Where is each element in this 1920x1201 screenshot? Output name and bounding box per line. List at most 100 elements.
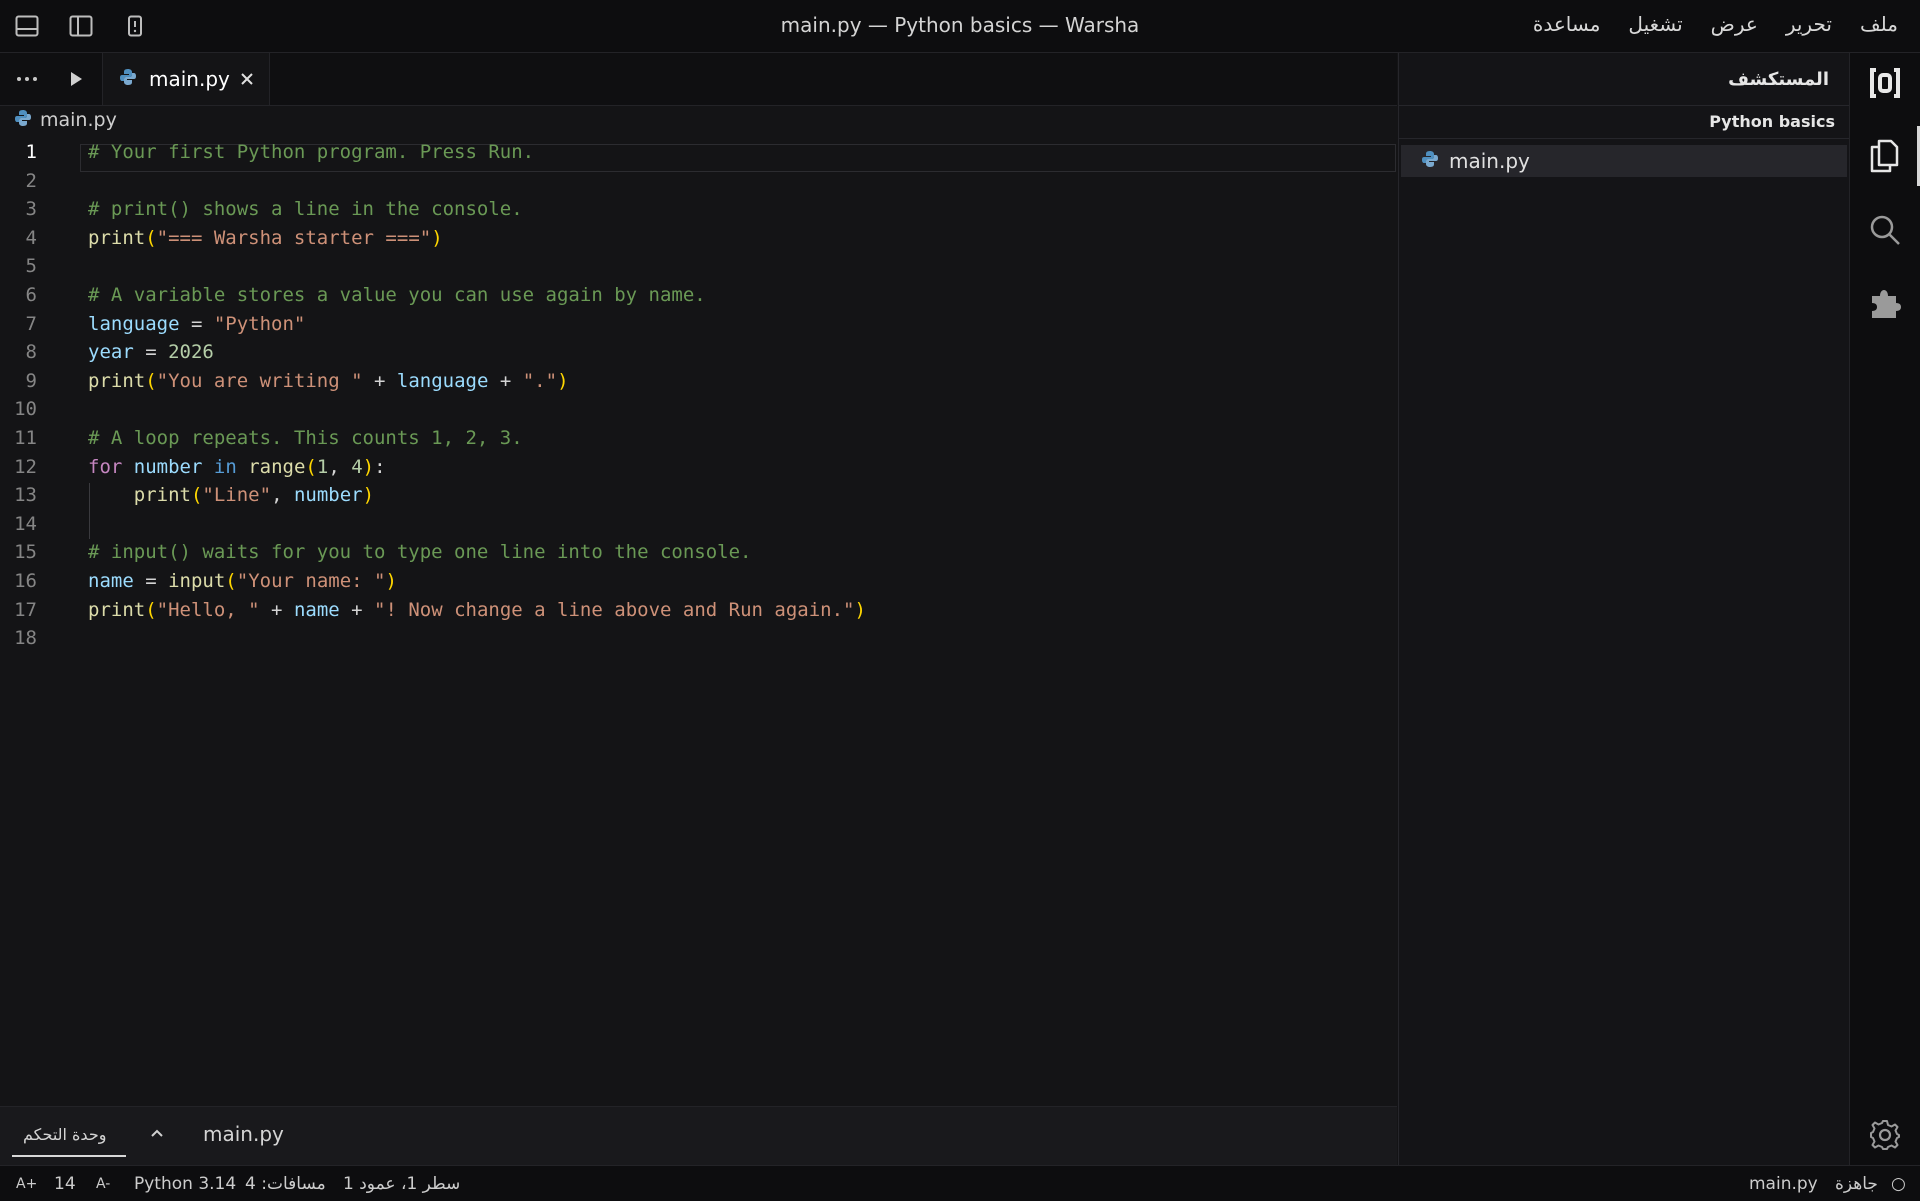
- cursor-position[interactable]: سطر 1، عمود 1: [343, 1174, 460, 1194]
- code-content: print("Line", number): [88, 481, 374, 509]
- code-content: language = "Python": [88, 310, 305, 338]
- menu-run[interactable]: تشغيل: [1628, 12, 1682, 36]
- code-line[interactable]: 5: [0, 252, 1397, 280]
- panel-file-label[interactable]: main.py: [203, 1122, 284, 1146]
- code-line[interactable]: 13 print("Line", number): [0, 481, 1397, 509]
- title-bar: main.py — Python basics — Warsha ملف تحر…: [0, 0, 1920, 53]
- tab-console[interactable]: وحدة التحكم: [12, 1115, 126, 1157]
- close-icon[interactable]: [237, 69, 257, 89]
- line-number: 17: [14, 598, 37, 621]
- code-token: "! Now change a line above and Run again…: [374, 598, 855, 621]
- code-token: in: [213, 455, 237, 478]
- code-line[interactable]: 6 # A variable stores a value you can use…: [0, 281, 1397, 309]
- code-line[interactable]: 11 # A loop repeats. This counts 1, 2, 3.: [0, 424, 1397, 452]
- code-token: # input() waits for you to type one line…: [88, 541, 752, 564]
- language-status[interactable]: Python 3.14: [134, 1174, 236, 1194]
- code-content: # print() shows a line in the console.: [88, 195, 523, 223]
- code-line[interactable]: 4 print("=== Warsha starter ==="): [0, 224, 1397, 252]
- code-content: # A loop repeats. This counts 1, 2, 3.: [88, 424, 523, 452]
- chevron-up-icon[interactable]: [147, 1123, 167, 1143]
- code-token: language: [396, 369, 489, 392]
- code-line[interactable]: 8 year = 2026: [0, 338, 1397, 366]
- python-file-icon: [1421, 150, 1439, 172]
- python-file-icon: [119, 68, 137, 90]
- code-line[interactable]: 10: [0, 395, 1397, 423]
- menu-bar: ملف تحرير عرض تشغيل مساعدة: [1533, 12, 1898, 36]
- code-token: # A variable stores a value you can use …: [88, 284, 706, 306]
- code-line[interactable]: 18: [0, 624, 1397, 652]
- code-token: ): [431, 226, 443, 249]
- code-line[interactable]: 17 print("Hello, " + name + "! Now change…: [0, 596, 1397, 624]
- code-token: ): [362, 484, 375, 507]
- code-line[interactable]: 1 # Your first Python program. Press Run.: [0, 138, 1397, 166]
- code-content: print("=== Warsha starter ==="): [88, 224, 443, 252]
- code-line[interactable]: 3 # print() shows a line in the console.: [0, 195, 1397, 223]
- project-header[interactable]: Python basics: [1399, 105, 1849, 139]
- tab-main-py[interactable]: main.py: [102, 53, 270, 105]
- code-line[interactable]: 12 for number in range(1, 4):: [0, 453, 1397, 481]
- extensions-icon[interactable]: [1850, 273, 1920, 333]
- code-content: print("Hello, " + name + "! Now change a…: [88, 596, 866, 624]
- code-token: print: [88, 226, 146, 249]
- code-token: ".": [522, 369, 558, 392]
- explorer-file-label: main.py: [1449, 149, 1530, 173]
- font-increase-button[interactable]: A+: [16, 1176, 37, 1192]
- code-token: +: [259, 598, 294, 621]
- breadcrumb[interactable]: main.py: [14, 109, 117, 131]
- code-token: for: [88, 455, 123, 478]
- code-line[interactable]: 15 # input() waits for you to type one li…: [0, 538, 1397, 566]
- settings-icon[interactable]: [1850, 1105, 1920, 1165]
- run-icon[interactable]: [64, 67, 88, 91]
- code-line[interactable]: 7 language = "Python": [0, 310, 1397, 338]
- code-token: ): [385, 570, 397, 592]
- menu-file[interactable]: ملف: [1860, 12, 1898, 36]
- menu-view[interactable]: عرض: [1711, 12, 1758, 36]
- files-icon[interactable]: [1850, 126, 1920, 186]
- more-icon[interactable]: [14, 67, 40, 91]
- menu-help[interactable]: مساعدة: [1533, 12, 1601, 36]
- code-token: language: [88, 312, 180, 335]
- code-token: # Your first Python program. Press Run.: [88, 141, 535, 163]
- code-token: "Python": [213, 312, 306, 335]
- project-name: Python basics: [1709, 112, 1835, 131]
- console-tab-label: وحدة التحكم: [23, 1125, 107, 1144]
- code-token: 4: [351, 455, 363, 478]
- code-token: "=== Warsha starter ===": [156, 226, 432, 249]
- font-decrease-button[interactable]: A-: [96, 1176, 110, 1192]
- code-token: input: [168, 570, 226, 592]
- status-circle-icon: ○: [1891, 1174, 1906, 1194]
- code-line[interactable]: 14: [0, 510, 1397, 538]
- tab-label: main.py: [149, 67, 230, 91]
- code-token: (: [305, 455, 317, 478]
- code-token: ): [362, 455, 375, 478]
- line-number: 15: [14, 541, 37, 564]
- code-token: (: [190, 484, 203, 507]
- line-number: 13: [14, 484, 37, 507]
- status-file: main.py: [1749, 1174, 1818, 1194]
- code-token: number: [133, 455, 203, 478]
- explorer-file-main-py[interactable]: main.py: [1401, 145, 1847, 177]
- editor-tab-bar: main.py: [0, 53, 1397, 106]
- code-line[interactable]: 9 print("You are writing " + language + "…: [0, 367, 1397, 395]
- code-token: # print() shows a line in the console.: [88, 198, 523, 221]
- code-line[interactable]: 2: [0, 167, 1397, 195]
- line-number: 1: [25, 141, 37, 163]
- code-token: print: [88, 598, 146, 621]
- code-token: ,: [328, 455, 352, 478]
- code-content: year = 2026: [88, 338, 214, 366]
- search-icon[interactable]: [1850, 200, 1920, 260]
- indent-status[interactable]: مسافات: 4: [245, 1174, 326, 1194]
- code-editor[interactable]: 1 # Your first Python program. Press Run.…: [0, 138, 1397, 1104]
- panel-tab-bar: وحدة التحكم main.py: [0, 1106, 1397, 1165]
- code-line[interactable]: 16 name = input("Your name: "): [0, 567, 1397, 595]
- code-content: print("You are writing " + language + ".…: [88, 367, 569, 395]
- code-token: ,: [271, 484, 294, 507]
- code-token: name: [88, 570, 134, 592]
- menu-edit[interactable]: تحرير: [1786, 12, 1832, 36]
- logo-icon[interactable]: [1850, 53, 1920, 113]
- breadcrumb-file: main.py: [40, 109, 117, 131]
- code-token: +: [339, 598, 375, 621]
